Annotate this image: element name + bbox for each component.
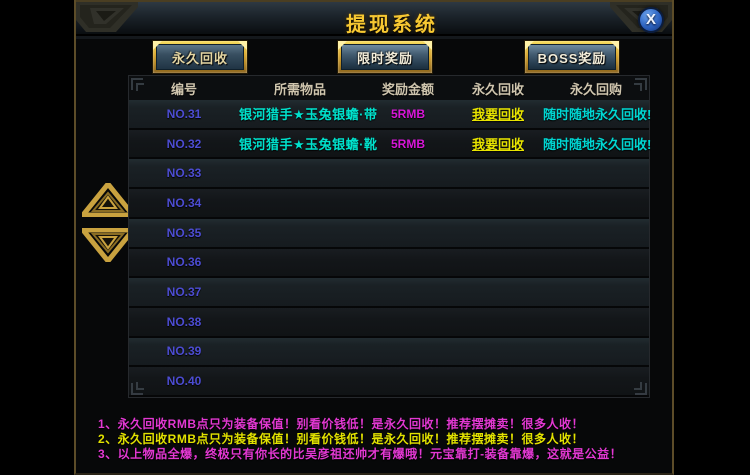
col-header-item: 所需物品 xyxy=(239,79,361,98)
table-row: NO.40 xyxy=(129,367,649,397)
row-number: NO.38 xyxy=(129,315,239,329)
page-down-arrow-icon[interactable] xyxy=(82,228,134,262)
table-corner-decoration xyxy=(631,379,647,395)
table-row: NO.33 xyxy=(129,159,649,189)
recycle-link[interactable]: 我要回收 xyxy=(455,134,541,153)
row-reward-amount: 5RMB xyxy=(361,137,455,151)
table-corner-decoration xyxy=(131,379,147,395)
withdraw-system-window: 提现系统 X 永久回收 限时奖励 BOSS奖励 xyxy=(74,0,674,475)
page-title: 提现系统 xyxy=(76,8,672,37)
recycle-link[interactable]: 我要回收 xyxy=(455,104,541,123)
notice-line-2: 2、永久回收RMB点只为装备保值！别看价钱低！是永久回收！推荐摆摊卖！很多人收！ xyxy=(98,432,658,447)
table-row: NO.31 银河猎手★玉兔银蟾·带 5RMB 我要回收 随时随地永久回收! xyxy=(129,100,649,130)
row-number: NO.34 xyxy=(129,196,239,210)
col-header-recycle: 永久回收 xyxy=(455,79,541,98)
col-header-amount: 奖励金额 xyxy=(361,79,455,98)
table-corner-decoration xyxy=(131,78,147,94)
tab-limited-reward[interactable]: 限时奖励 xyxy=(338,41,432,73)
table-corner-decoration xyxy=(631,78,647,94)
table-row: NO.36 xyxy=(129,249,649,279)
table-row: NO.37 xyxy=(129,278,649,308)
title-bar: 提现系统 xyxy=(76,0,672,36)
recycle-table: 编号 所需物品 奖励金额 永久回收 永久回购 NO.31 银河猎手★玉兔银蟾·带… xyxy=(128,75,650,398)
table-header-row: 编号 所需物品 奖励金额 永久回收 永久回购 xyxy=(129,76,649,100)
notice-line-1: 1、永久回收RMB点只为装备保值！别看价钱低！是永久回收！推荐摆摊卖！很多人收！ xyxy=(98,417,658,432)
row-number: NO.37 xyxy=(129,285,239,299)
close-button[interactable]: X xyxy=(638,7,664,33)
notice-line-3: 3、以上物品全爆，终极只有你长的比吴彦祖还帅才有爆哦！元宝靠打-装备靠爆，这就是… xyxy=(98,447,658,462)
table-row: NO.38 xyxy=(129,308,649,338)
table-body: NO.31 银河猎手★玉兔银蟾·带 5RMB 我要回收 随时随地永久回收! NO… xyxy=(129,100,649,397)
table-row: NO.32 银河猎手★玉兔银蟾·靴 5RMB 我要回收 随时随地永久回收! xyxy=(129,130,649,160)
row-number: NO.32 xyxy=(129,137,239,151)
row-number: NO.33 xyxy=(129,166,239,180)
page-up-arrow-icon[interactable] xyxy=(82,183,134,217)
tab-boss-reward[interactable]: BOSS奖励 xyxy=(525,41,619,73)
tab-label: 永久回收 xyxy=(156,44,244,70)
notice-area: 1、永久回收RMB点只为装备保值！别看价钱低！是永久回收！推荐摆摊卖！很多人收！… xyxy=(98,417,658,462)
row-item-name: 银河猎手★玉兔银蟾·靴 xyxy=(239,134,361,153)
row-number: NO.31 xyxy=(129,107,239,121)
table-row: NO.39 xyxy=(129,338,649,368)
screen-background: 提现系统 X 永久回收 限时奖励 BOSS奖励 xyxy=(0,0,750,475)
tab-label: BOSS奖励 xyxy=(528,44,616,70)
tab-label: 限时奖励 xyxy=(341,44,429,70)
table-row: NO.34 xyxy=(129,189,649,219)
row-number: NO.36 xyxy=(129,255,239,269)
row-repurchase-text: 随时随地永久回收! xyxy=(541,104,651,123)
table-row: NO.35 xyxy=(129,219,649,249)
row-number: NO.35 xyxy=(129,226,239,240)
tab-permanent-recycle[interactable]: 永久回收 xyxy=(153,41,247,73)
row-reward-amount: 5RMB xyxy=(361,107,455,121)
row-repurchase-text: 随时随地永久回收! xyxy=(541,134,651,153)
row-item-name: 银河猎手★玉兔银蟾·带 xyxy=(239,104,361,123)
row-number: NO.39 xyxy=(129,344,239,358)
